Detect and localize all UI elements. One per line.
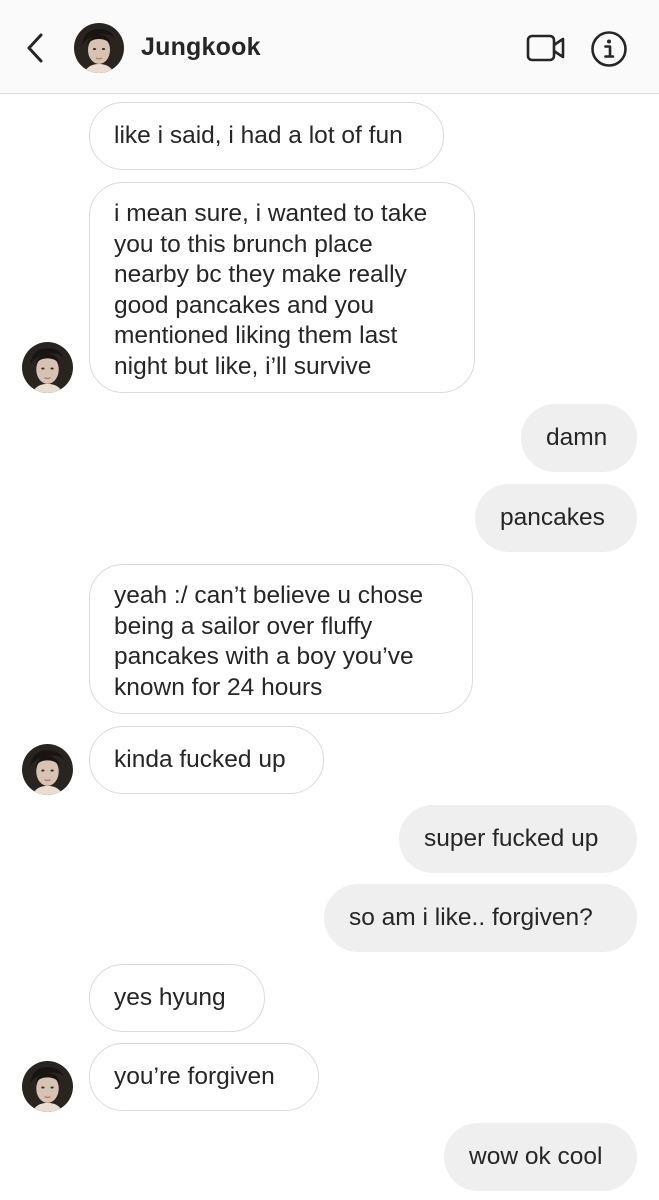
avatar-photo-icon <box>22 744 73 795</box>
message-text: damn <box>546 424 608 451</box>
sender-avatar[interactable] <box>22 744 73 795</box>
message-line: being a sailor over fluffy <box>114 612 373 640</box>
message-line: yeah :/ can’t believe u chose <box>114 582 424 609</box>
message-bubble-outgoing[interactable]: damn <box>521 404 637 472</box>
avatar-photo-icon <box>22 342 73 393</box>
avatar-photo-icon <box>22 1061 73 1112</box>
message-line: i mean sure, i wanted to take <box>114 200 428 227</box>
message-bubble-outgoing[interactable]: super fucked up <box>399 805 637 873</box>
message-text: like i said, i had a lot of fun <box>114 122 403 149</box>
message-text: pancakes <box>500 504 605 531</box>
message-line: mentioned liking them last <box>114 322 398 349</box>
avatar-photo-icon <box>74 23 124 73</box>
message-line: nearby bc they make really <box>114 261 407 288</box>
chevron-left-icon <box>27 33 43 63</box>
message-line: night but like, i’ll survive <box>114 352 372 380</box>
message-bubble-incoming[interactable]: like i said, i had a lot of fun <box>89 102 444 170</box>
message-text: you’re forgiven <box>114 1063 275 1090</box>
message-bubble-incoming[interactable]: you’re forgiven <box>89 1043 319 1111</box>
message-line: known for 24 hours <box>114 673 323 701</box>
video-camera-icon <box>526 34 565 62</box>
sender-avatar[interactable] <box>22 1061 73 1112</box>
message-bubble-incoming[interactable]: kinda fucked up <box>89 726 324 794</box>
contact-avatar[interactable] <box>74 23 124 73</box>
message-bubble-outgoing[interactable]: so am i like.. forgiven? <box>324 884 637 952</box>
message-bubble-outgoing[interactable]: wow ok cool <box>444 1123 637 1191</box>
message-line: good pancakes and you <box>114 291 375 319</box>
message-line: pancakes with a boy you’ve <box>114 643 414 670</box>
message-bubble-incoming[interactable]: i mean sure, i wanted to take you to thi… <box>89 182 475 393</box>
message-text: yes hyung <box>114 984 226 1011</box>
chat-header: Jungkook <box>0 0 659 94</box>
message-text: kinda fucked up <box>114 746 286 773</box>
message-line: you to this brunch place <box>114 230 373 258</box>
message-text: wow ok cool <box>469 1143 603 1170</box>
contact-name[interactable]: Jungkook <box>141 33 261 62</box>
message-text: so am i like.. forgiven? <box>349 904 593 931</box>
info-icon <box>591 31 627 67</box>
message-bubble-outgoing[interactable]: pancakes <box>475 484 637 552</box>
info-button[interactable] <box>589 29 629 69</box>
sender-avatar[interactable] <box>22 342 73 393</box>
message-text: super fucked up <box>424 825 599 852</box>
video-call-button[interactable] <box>524 30 568 66</box>
message-bubble-incoming[interactable]: yes hyung <box>89 964 265 1032</box>
back-button[interactable] <box>20 30 50 66</box>
message-bubble-incoming[interactable]: yeah :/ can’t believe u chose being a sa… <box>89 564 473 714</box>
